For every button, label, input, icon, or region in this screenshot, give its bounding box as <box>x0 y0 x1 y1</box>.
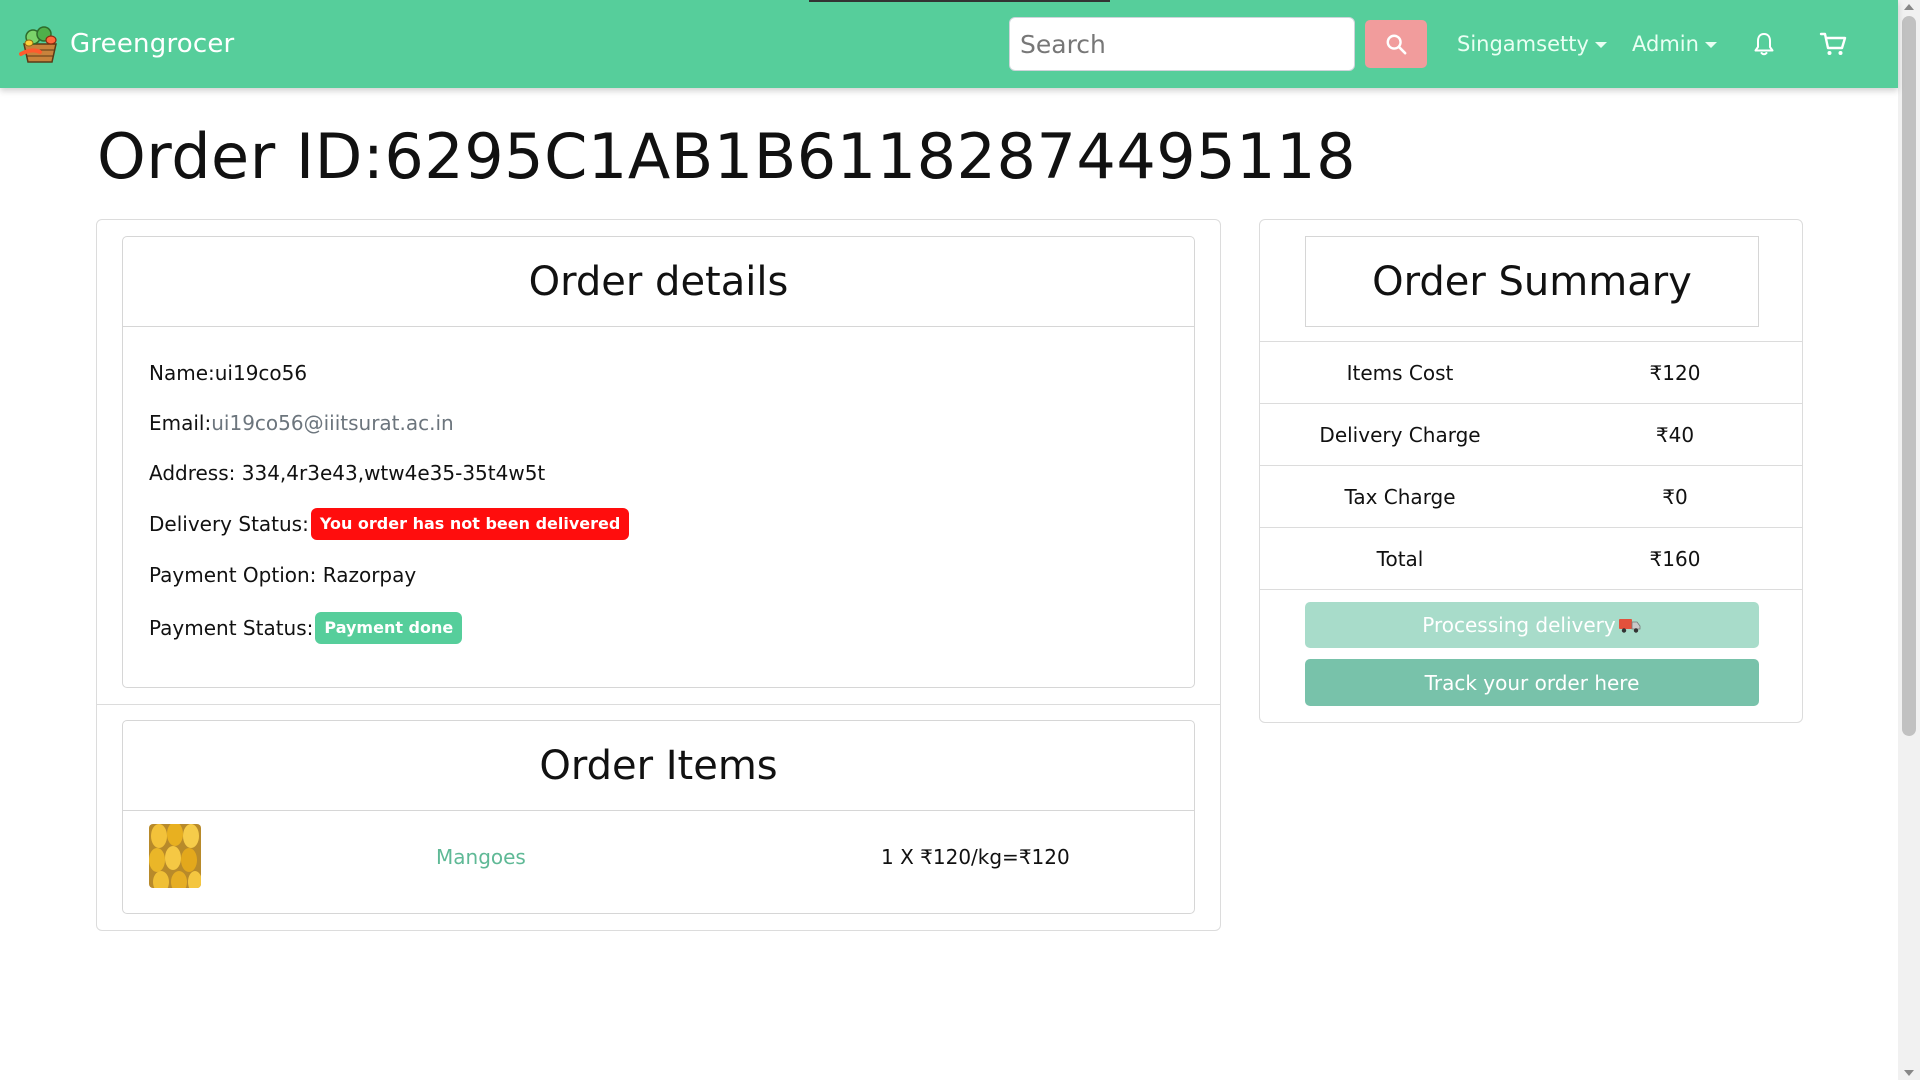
summary-value: ₹120 <box>1649 360 1701 385</box>
mango-product-image <box>149 824 201 888</box>
search-input[interactable] <box>1009 17 1355 71</box>
summary-row-total: Total ₹160 <box>1260 527 1802 590</box>
search-icon <box>1386 34 1407 55</box>
notifications-button[interactable] <box>1748 28 1780 60</box>
summary-row-items-cost: Items Cost ₹120 <box>1260 341 1802 403</box>
address-value: 334,4r3e43,wtw4e35-35t4w5t <box>241 461 546 485</box>
summary-label: Total <box>1376 546 1424 571</box>
user-menu-label: Singamsetty <box>1457 32 1589 56</box>
processing-delivery-button: Processing delivery <box>1305 602 1759 648</box>
address-row: Address: 334,4r3e43,wtw4e35-35t4w5t <box>149 461 545 485</box>
scrollbar-thumb[interactable] <box>1902 16 1916 736</box>
payment-status-row: Payment Status: Payment done <box>149 612 463 644</box>
payment-status-label: Payment Status: <box>149 615 314 640</box>
chevron-down-icon <box>1704 42 1717 48</box>
delivery-status-row: Delivery Status: You order has not been … <box>149 508 630 540</box>
scroll-down-arrow-icon[interactable] <box>1904 1070 1914 1076</box>
summary-label: Tax Charge <box>1344 484 1456 509</box>
page-title: Order ID:6295C1AB1B61182874495118 <box>97 120 1357 193</box>
cart-icon <box>1819 32 1847 55</box>
payment-option-value: Razorpay <box>322 563 417 587</box>
name-label: Name: <box>149 361 215 385</box>
scroll-up-arrow-icon[interactable] <box>1904 4 1914 10</box>
chevron-down-icon <box>1594 42 1607 48</box>
admin-menu-label: Admin <box>1632 32 1699 56</box>
order-details-heading: Order details <box>122 236 1195 327</box>
summary-value: ₹40 <box>1655 422 1695 447</box>
email-value: ui19co56@iiitsurat.ac.in <box>211 411 454 435</box>
bell-icon <box>1754 33 1774 56</box>
delivery-status-badge: You order has not been delivered <box>310 508 630 540</box>
name-row: Name: ui19co56 <box>149 361 307 385</box>
delivery-truck-icon <box>1618 619 1641 633</box>
email-label: Email: <box>149 411 212 435</box>
payment-option-row: Payment Option: Razorpay <box>149 563 416 587</box>
summary-label: Delivery Charge <box>1319 422 1481 447</box>
cart-button[interactable] <box>1817 28 1849 60</box>
order-card: Order details Name: ui19co56 Email: ui19… <box>96 219 1221 931</box>
vegetable-basket-logo-icon <box>19 26 57 63</box>
user-menu-dropdown[interactable]: Singamsetty <box>1457 28 1607 60</box>
card-divider <box>97 704 1220 705</box>
address-label: Address: <box>149 461 242 485</box>
item-name-link[interactable]: Mangoes <box>436 845 526 869</box>
nav-top-line <box>809 0 1110 2</box>
top-navbar: Greengrocer Singamsetty Admin <box>0 0 1898 88</box>
name-value: ui19co56 <box>214 361 308 385</box>
order-summary-card: Order Summary Items Cost ₹120 Delivery C… <box>1259 219 1803 723</box>
order-item-row: Mangoes 1 X ₹120/kg=₹120 <box>122 810 1195 914</box>
search-button[interactable] <box>1365 20 1427 68</box>
brand-link[interactable]: Greengrocer <box>18 20 234 68</box>
payment-status-badge: Payment done <box>315 612 463 644</box>
summary-value: ₹160 <box>1649 546 1701 571</box>
summary-row-delivery-charge: Delivery Charge ₹40 <box>1260 403 1802 465</box>
summary-value: ₹0 <box>1662 484 1688 509</box>
summary-label: Items Cost <box>1346 360 1454 385</box>
delivery-status-label: Delivery Status: <box>149 511 309 536</box>
email-row: Email: ui19co56@iiitsurat.ac.in <box>149 411 454 435</box>
track-order-button[interactable]: Track your order here <box>1305 659 1759 706</box>
processing-delivery-label: Processing delivery <box>1422 613 1616 637</box>
order-details-body: Name: ui19co56 Email: ui19co56@iiitsurat… <box>122 326 1195 688</box>
summary-row-tax-charge: Tax Charge ₹0 <box>1260 465 1802 527</box>
order-summary-heading: Order Summary <box>1305 236 1759 327</box>
payment-option-label: Payment Option: <box>149 563 323 587</box>
item-price: 1 X ₹120/kg=₹120 <box>881 845 1070 869</box>
page-scrollbar[interactable] <box>1898 0 1920 1080</box>
brand-name: Greengrocer <box>70 29 235 59</box>
admin-menu-dropdown[interactable]: Admin <box>1632 28 1717 60</box>
order-items-heading: Order Items <box>122 720 1195 811</box>
